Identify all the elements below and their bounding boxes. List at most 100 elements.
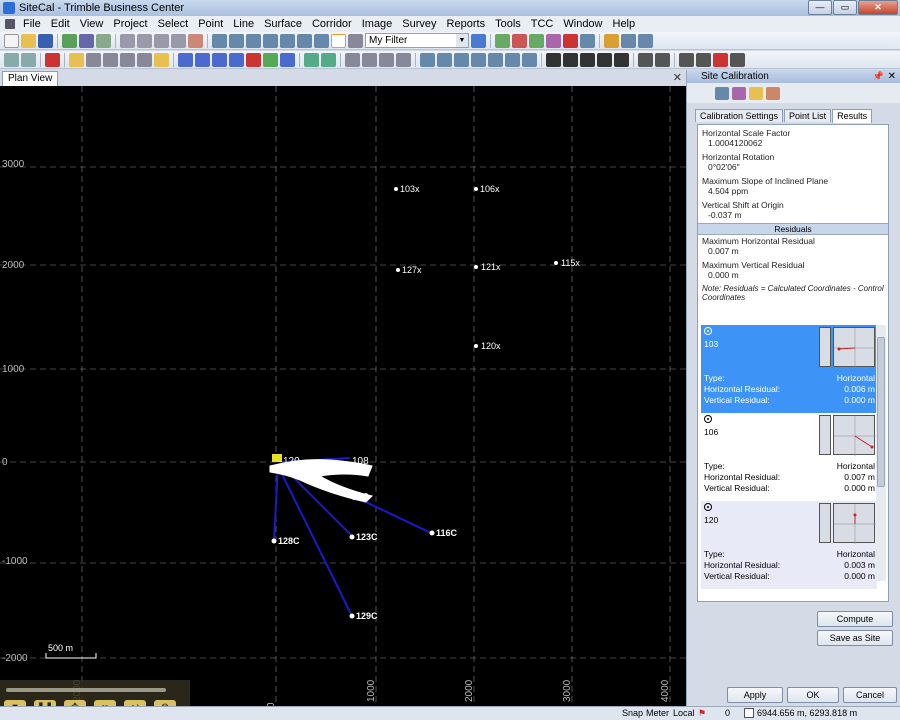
menu-edit[interactable]: Edit [46,18,75,30]
menu-tools[interactable]: Tools [490,18,526,30]
select-more-icon[interactable] [154,33,169,48]
results-scrollbar[interactable] [876,325,886,581]
explorer-icon[interactable] [546,33,561,48]
point-icon[interactable] [178,52,193,67]
zoom-slider[interactable] [6,688,166,692]
pencil-icon[interactable] [154,52,169,67]
cancel-button[interactable]: Cancel [843,687,897,703]
point-127x[interactable] [396,268,400,272]
maximize-button[interactable]: ▭ [833,0,857,15]
coordinate-system-indicator[interactable]: Local [673,708,695,718]
tool-icon[interactable] [188,33,203,48]
tool-extra-icon[interactable] [621,33,636,48]
survey-icon[interactable] [263,52,278,67]
export-icon[interactable] [79,33,94,48]
scale-icon[interactable] [454,52,469,67]
tab-calibration-settings[interactable]: Calibration Settings [695,109,784,122]
menu-point[interactable]: Point [193,18,228,30]
pin-icon[interactable]: 📌 [873,70,884,83]
offset-icon[interactable] [488,52,503,67]
zoom-window-icon[interactable] [103,52,118,67]
snap-toggle[interactable]: Snap [622,708,643,718]
menu-tcc[interactable]: TCC [526,18,559,30]
options-icon[interactable] [580,33,595,48]
print-icon[interactable] [766,86,780,100]
point-120x[interactable] [474,344,478,348]
view-3d-icon[interactable] [246,33,261,48]
calibrate-icon[interactable] [679,52,694,67]
close-button[interactable]: ✕ [858,0,898,15]
select-all-icon[interactable] [137,33,152,48]
extend-icon[interactable] [522,52,537,67]
menu-select[interactable]: Select [153,18,194,30]
properties-icon[interactable] [529,33,544,48]
station-icon[interactable] [580,52,595,67]
site-icon[interactable] [713,52,728,67]
move-icon[interactable] [437,52,452,67]
point-merge-icon[interactable] [229,52,244,67]
save-as-site-button[interactable]: Save as Site [817,630,893,646]
tab-point-list[interactable]: Point List [784,109,832,122]
units-indicator[interactable]: Meter [646,708,669,718]
funnel-icon[interactable] [471,33,486,48]
zoom-icon[interactable] [86,52,101,67]
compute-button[interactable]: Compute [817,611,893,627]
trim-icon[interactable] [505,52,520,67]
measure-icon[interactable] [604,33,619,48]
point-list-icon[interactable] [195,52,210,67]
point-edit-icon[interactable] [212,52,227,67]
point-116c[interactable] [429,530,435,536]
menu-view[interactable]: View [75,18,109,30]
ok-button[interactable]: OK [787,687,839,703]
boundary-icon[interactable] [379,52,394,67]
folder-icon[interactable] [749,86,763,100]
snap-icon[interactable] [348,33,363,48]
point-121x[interactable] [474,265,478,269]
minimize-button[interactable]: — [808,0,832,15]
view-icon[interactable] [212,33,227,48]
point-123c[interactable] [349,534,355,540]
rotate-icon[interactable] [471,52,486,67]
antenna-icon[interactable] [563,52,578,67]
menu-corridor[interactable]: Corridor [307,18,357,30]
select-icon[interactable] [120,33,135,48]
open-project-icon[interactable] [21,33,36,48]
transform-icon[interactable] [696,52,711,67]
view-plan-icon[interactable] [229,33,244,48]
redo-icon[interactable] [21,52,36,67]
point-129c[interactable] [349,613,355,619]
point-card[interactable]: 106 Type: Horizontal Horizontal Residual:… [701,413,877,501]
baseline-icon[interactable] [614,52,629,67]
menu-reports[interactable]: Reports [442,18,491,30]
new-project-icon[interactable] [4,33,19,48]
tripod-icon[interactable] [597,52,612,67]
menu-help[interactable]: Help [608,18,641,30]
pan-icon[interactable] [137,52,152,67]
point-106x[interactable] [474,187,478,191]
flag-icon[interactable]: ⚑ [698,708,706,719]
view-layout-icon[interactable] [314,33,329,48]
point-115x[interactable] [554,261,558,265]
layout-icon[interactable] [715,86,729,100]
save-icon[interactable] [38,33,53,48]
line-icon[interactable] [304,52,319,67]
point-card[interactable]: 103 Type: Horizontal Horizontal Residual:… [701,325,877,413]
contour-icon[interactable] [362,52,377,67]
layer-icon[interactable] [495,33,510,48]
zoom-extents-icon[interactable] [120,52,135,67]
view-profile-icon[interactable] [263,33,278,48]
layer-manager-icon[interactable] [512,33,527,48]
menu-survey[interactable]: Survey [397,18,441,30]
view-cross-icon[interactable] [280,33,295,48]
gnss-icon[interactable] [546,52,561,67]
menu-surface[interactable]: Surface [259,18,307,30]
polyline-icon[interactable] [321,52,336,67]
report-icon[interactable] [96,33,111,48]
menu-file[interactable]: File [18,18,46,30]
tab-results[interactable]: Results [832,109,873,123]
export-site-icon[interactable] [730,52,745,67]
cogo-icon[interactable] [280,52,295,67]
surface-icon[interactable] [345,52,360,67]
chevron-down-icon[interactable]: ▼ [456,34,468,47]
tool-extra2-icon[interactable] [638,33,653,48]
